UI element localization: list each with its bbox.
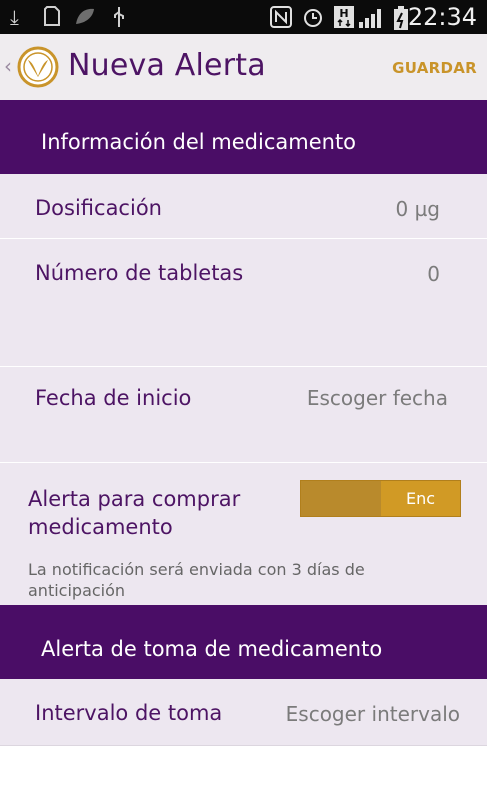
nfc-icon [270,6,292,32]
download-icon: ⤓ [10,5,19,29]
page-title: Nueva Alerta [68,48,266,83]
dosage-label: Dosificación [35,196,162,220]
dosage-value: 0 µg [395,197,440,221]
toggle-on-label: Enc [405,489,436,508]
save-button[interactable]: GUARDAR [392,59,477,77]
dosage-row[interactable]: Dosificación 0 µg [0,174,487,239]
interval-row[interactable]: Intervalo de toma Escoger intervalo [0,679,487,746]
start-date-label: Fecha de inicio [35,386,192,410]
medication-section-header: Información del medicamento [0,100,487,174]
status-bar: ⤓ H 22:34 [0,0,487,34]
toggle-on-side: Enc [381,481,460,516]
intake-section-header: Alerta de toma de medicamento [0,605,487,679]
buy-alert-label: Alerta para comprar medicamento [28,485,240,541]
battery-charging-icon [394,6,408,34]
start-date-value: Escoger fecha [306,386,448,410]
back-chevron-icon[interactable]: ‹ [4,54,12,78]
leaf-icon [74,6,96,30]
section-title: Información del medicamento [41,130,357,154]
toggle-off-side [301,481,381,516]
tablets-value: 0 [427,262,440,286]
buy-alert-note: La notificación será enviada con 3 días … [28,560,365,600]
interval-value: Escoger intervalo [285,702,460,726]
buy-alert-toggle[interactable]: Enc [300,480,461,517]
buy-alert-label-line1: Alerta para comprar [28,487,241,511]
buy-alert-label-line2: medicamento [28,515,173,539]
tablets-row[interactable]: Número de tabletas 0 [0,239,487,367]
sd-card-icon [44,6,60,30]
status-time: 22:34 [407,3,477,31]
start-date-row[interactable]: Fecha de inicio Escoger fecha [0,367,487,463]
usb-icon [112,6,126,32]
section-title: Alerta de toma de medicamento [41,637,383,661]
signal-icon [358,6,386,32]
alarm-icon [302,6,324,32]
action-bar: ‹ Nueva Alerta GUARDAR [0,34,487,100]
tablets-label: Número de tabletas [35,261,244,285]
svg-text:H: H [339,7,348,20]
hspa-icon: H [334,6,354,32]
app-logo-icon[interactable] [17,46,59,88]
interval-label: Intervalo de toma [35,701,223,725]
